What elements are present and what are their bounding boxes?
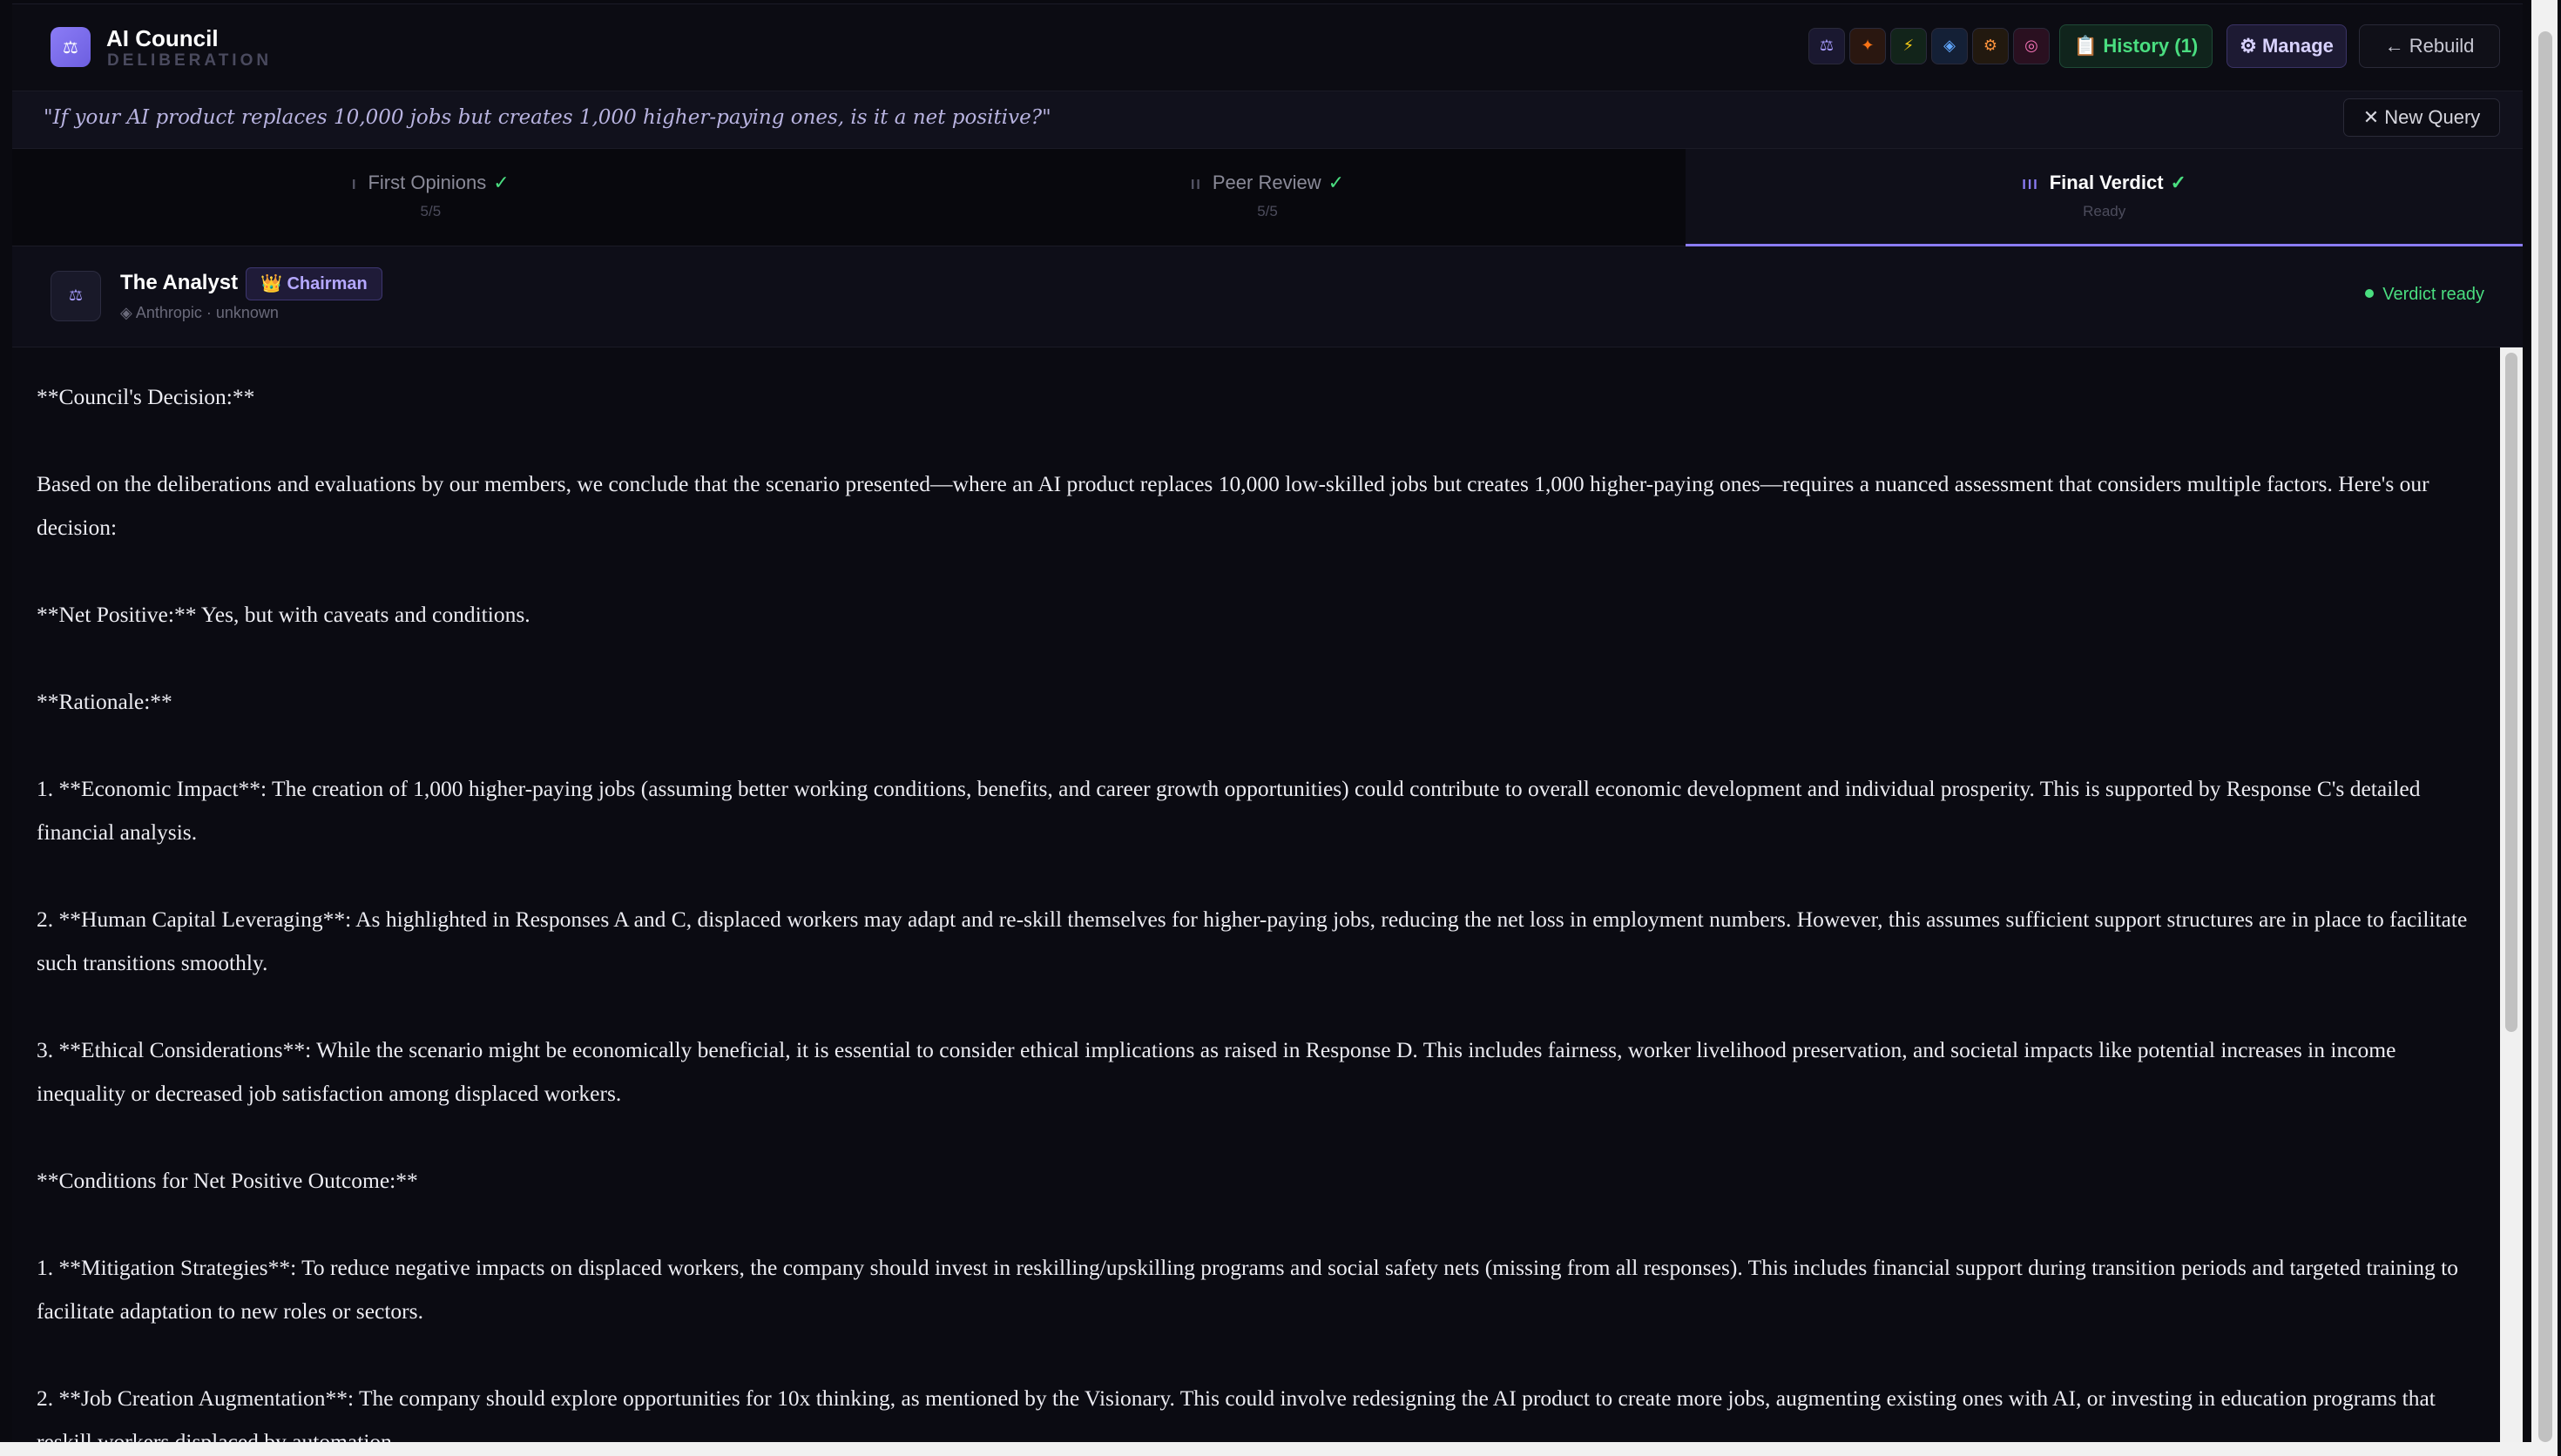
verdict-paragraph: 2. **Human Capital Leveraging**: As high… xyxy=(37,907,2468,975)
content-scrollbar-thumb[interactable] xyxy=(2505,353,2517,1032)
app-subtitle: DELIBERATION xyxy=(107,51,273,70)
tab-label: First Opinions xyxy=(368,172,487,193)
logo-scales-icon: ⚖ xyxy=(51,27,91,67)
tab-final-verdict[interactable]: III Final Verdict ✓ Ready xyxy=(1686,149,2523,246)
verdict-paragraph: **Rationale:** xyxy=(37,689,172,714)
tab-peer-review[interactable]: II Peer Review ✓ 5/5 xyxy=(848,149,1686,246)
app-header: ⚖ AI Council DELIBERATION ⚖ ✦ ⚡ ◈ ⚙ ◎ 📋 Histo… xyxy=(12,4,2523,91)
query-text: "If your AI product replaces 10,000 jobs… xyxy=(44,106,1051,129)
tab-progress: 5/5 xyxy=(420,203,442,219)
analyst-scales-icon: ⚖ xyxy=(51,271,101,321)
status-dot-icon xyxy=(2365,288,2375,298)
tab-first-opinions[interactable]: I First Opinions ✓ 5/5 xyxy=(12,149,849,246)
tab-progress: Ready xyxy=(2083,203,2126,219)
chairman-badge: 👑 Chairman xyxy=(246,267,382,300)
app-title: AI Council xyxy=(106,25,219,51)
verdict-paragraph: 1. **Mitigation Strategies**: To reduce … xyxy=(37,1255,2459,1324)
tab-numeral: II xyxy=(1190,178,1202,192)
tab-progress: 5/5 xyxy=(1257,203,1278,219)
diamond-icon[interactable]: ◈ xyxy=(1931,28,1968,64)
rebuild-button[interactable]: ← Rebuild xyxy=(2359,24,2500,68)
content-scrollbar[interactable] xyxy=(2500,347,2523,1442)
verdict-paragraph: 2. **Job Creation Augmentation**: The co… xyxy=(37,1385,2436,1442)
history-button[interactable]: 📋 History (1) xyxy=(2059,24,2213,68)
check-icon: ✓ xyxy=(1328,172,1345,193)
verdict-status: Verdict ready xyxy=(2365,285,2484,305)
target-icon[interactable]: ◎ xyxy=(2013,28,2050,64)
verdict-status-label: Verdict ready xyxy=(2382,285,2484,304)
verdict-paragraph: **Council's Decision:** xyxy=(37,384,255,409)
verdict-paragraph: 3. **Ethical Considerations**: While the… xyxy=(37,1037,2396,1106)
gear-icon[interactable]: ⚙ xyxy=(1972,28,2009,64)
page-scrollbar[interactable] xyxy=(2531,0,2558,1456)
agent-name: The Analyst xyxy=(120,271,239,294)
verdict-paragraph: **Net Positive:** Yes, but with caveats … xyxy=(37,602,530,627)
bolt-icon[interactable]: ⚡ xyxy=(1890,28,1927,64)
stage-tabs: I First Opinions ✓ 5/5 II Peer Review ✓ 5/5 … xyxy=(12,149,2523,246)
page-scrollbar-thumb[interactable] xyxy=(2538,31,2552,1442)
verdict-paragraph: Based on the deliberations and evaluatio… xyxy=(37,471,2429,540)
verdict-paragraph: 1. **Economic Impact**: The creation of … xyxy=(37,776,2421,845)
verdict-paragraph: **Conditions for Net Positive Outcome:** xyxy=(37,1168,418,1193)
tab-numeral: III xyxy=(2022,178,2039,192)
verdict-content: **Council's Decision:** Based on the deli… xyxy=(12,347,2500,1442)
scales-icon[interactable]: ⚖ xyxy=(1808,28,1845,64)
query-bar: "If your AI product replaces 10,000 jobs… xyxy=(12,91,2523,149)
manage-button[interactable]: ⚙ Manage xyxy=(2227,24,2347,68)
bottom-scroll-strip xyxy=(0,1442,2531,1456)
new-query-button[interactable]: ✕ New Query xyxy=(2343,98,2500,137)
sparkle-icon[interactable]: ✦ xyxy=(1849,28,1886,64)
verdict-text: **Council's Decision:** Based on the deli… xyxy=(12,347,2500,1442)
tab-label: Peer Review xyxy=(1212,172,1321,193)
tab-label: Final Verdict xyxy=(2049,172,2164,193)
agent-provider-meta: ◈ Anthropic · unknown xyxy=(120,304,279,321)
check-icon: ✓ xyxy=(2170,172,2186,193)
tab-numeral: I xyxy=(352,178,358,192)
council-member-icons: ⚖ ✦ ⚡ ◈ ⚙ ◎ xyxy=(1808,28,2050,64)
check-icon: ✓ xyxy=(493,172,510,193)
agent-header: ⚖ The Analyst 👑 Chairman ◈ Anthropic · u… xyxy=(12,246,2523,347)
app-window: ⚖ AI Council DELIBERATION ⚖ ✦ ⚡ ◈ ⚙ ◎ 📋 Histo… xyxy=(12,3,2523,1442)
